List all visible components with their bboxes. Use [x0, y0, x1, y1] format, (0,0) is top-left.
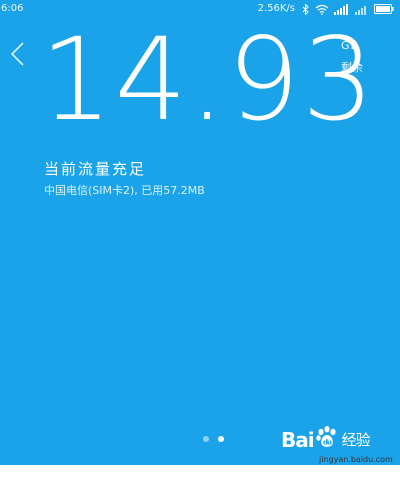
baidu-jingyan-watermark: Bai du 经验 jingyan.baidu.com	[281, 425, 397, 465]
traffic-screen: 6:06 2.56K/s 14.93 GB 剩余 当前流量充足 中国电信(SIM…	[0, 0, 400, 465]
page-dot[interactable]	[203, 436, 209, 442]
status-time: 6:06	[1, 3, 24, 14]
back-button[interactable]	[6, 40, 32, 70]
battery-icon	[374, 4, 394, 14]
watermark-logo: Bai du 经验	[281, 425, 371, 454]
remaining-label: 剩余	[341, 61, 363, 74]
page-indicator	[203, 436, 224, 442]
remaining-value: 14.93	[40, 13, 377, 146]
usage-detail: 中国电信(SIM卡2), 已用57.2MB	[44, 184, 205, 197]
page-dot[interactable]	[218, 436, 224, 442]
watermark-url: jingyan.baidu.com	[319, 455, 393, 464]
usage-status-title: 当前流量充足	[44, 160, 147, 178]
svg-text:du: du	[323, 439, 332, 447]
watermark-brand-prefix: Bai	[281, 427, 315, 452]
watermark-brand-suffix: 经验	[341, 431, 371, 449]
baidu-paw-icon: du	[315, 425, 339, 454]
unit-label: GB	[341, 39, 360, 52]
chevron-left-icon	[10, 42, 24, 66]
